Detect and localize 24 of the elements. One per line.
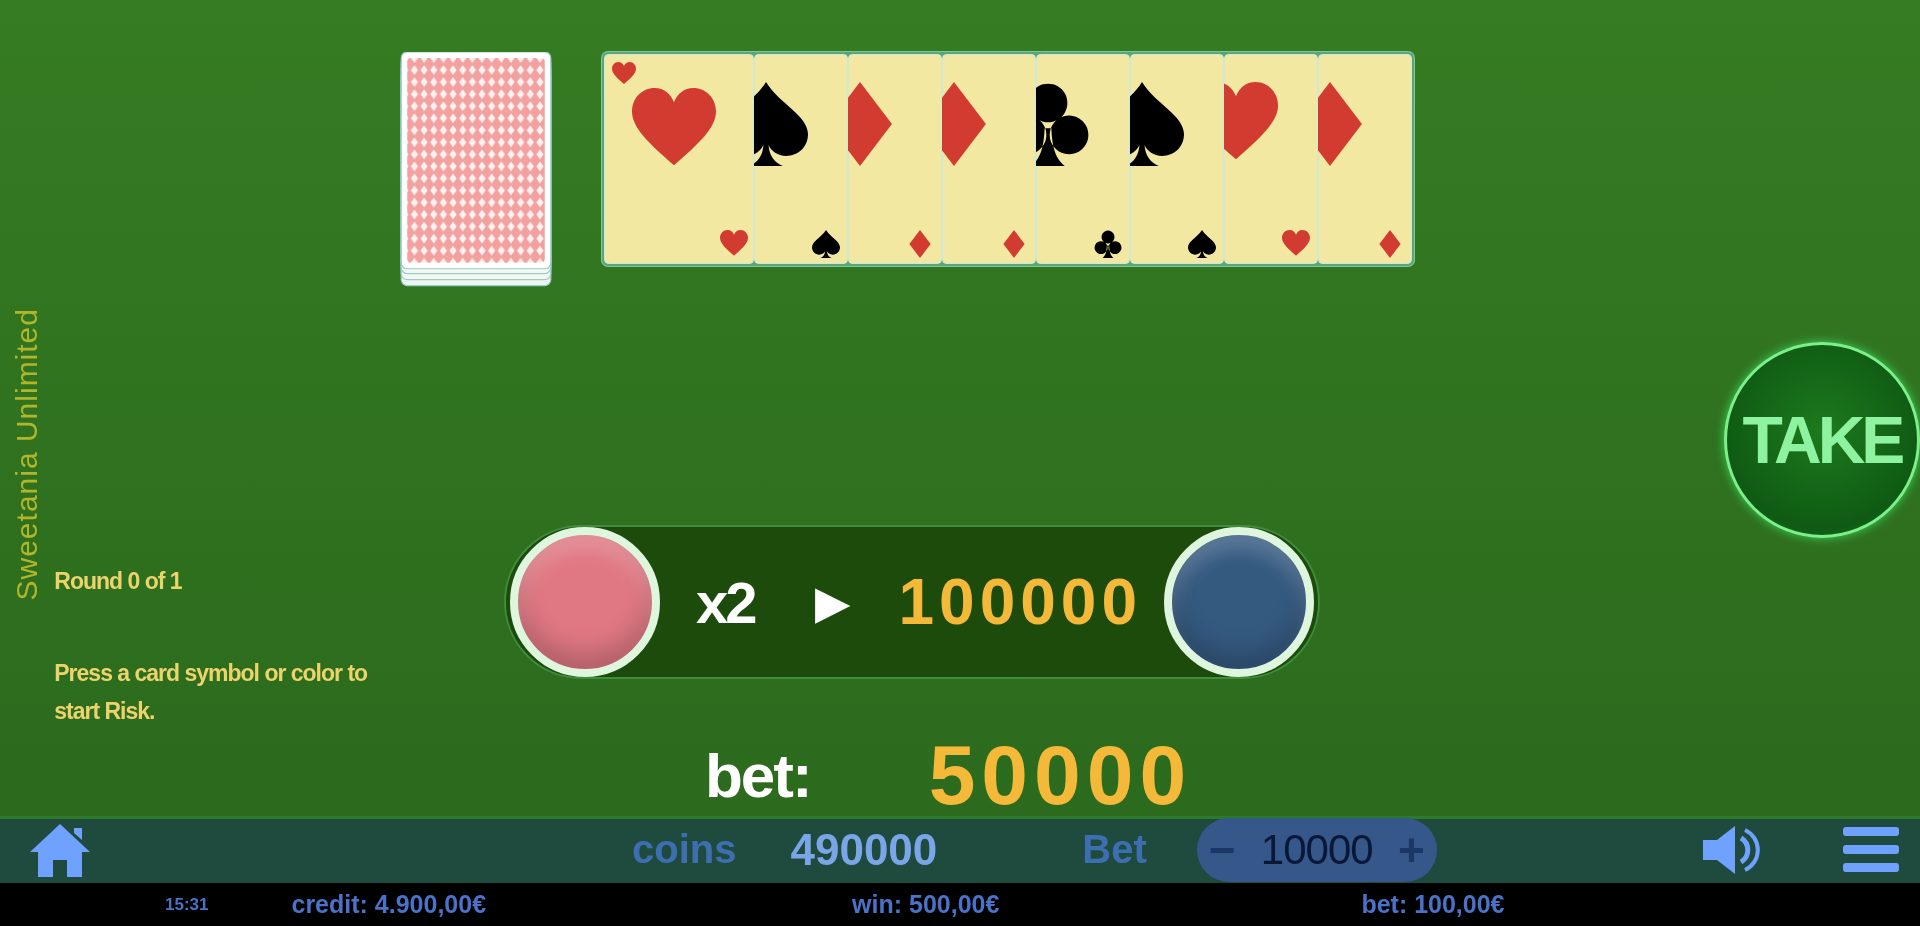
take-button[interactable]: TAKE [1724, 342, 1920, 538]
bet-text: bet: 100,00€ [1361, 890, 1505, 919]
increase-button[interactable]: + [1397, 826, 1425, 873]
bet-amount: 50000 [928, 727, 1193, 824]
round-counter: Round 0 of 1 [54, 568, 183, 595]
brand-label: Sweetania Unlimited [10, 308, 45, 601]
clock-text: 15:31 [165, 894, 209, 915]
multiplier-text: x2 [696, 568, 755, 636]
color-ball-button[interactable] [1164, 527, 1314, 677]
coins-value: 490000 [790, 824, 938, 875]
home-icon[interactable] [28, 821, 92, 878]
win-text: win: 500,00€ [852, 890, 1000, 919]
bet-label: Bet [1082, 827, 1147, 872]
menu-icon[interactable] [1842, 824, 1899, 875]
risk-win-amount: 100000 [898, 565, 1142, 639]
bet-value: 10000 [1260, 825, 1373, 874]
credit-text: credit: 4.900,00€ [291, 890, 487, 919]
bet-label: bet: [705, 740, 811, 811]
arrow-glyph: ▶ [814, 575, 850, 629]
decrease-button[interactable]: − [1208, 826, 1236, 873]
speaker-icon[interactable] [1700, 823, 1763, 876]
coins-label: coins [632, 827, 737, 872]
hint-text: Press a card symbol or color to start Risk. [54, 659, 369, 726]
color-ball-button[interactable] [510, 527, 660, 677]
